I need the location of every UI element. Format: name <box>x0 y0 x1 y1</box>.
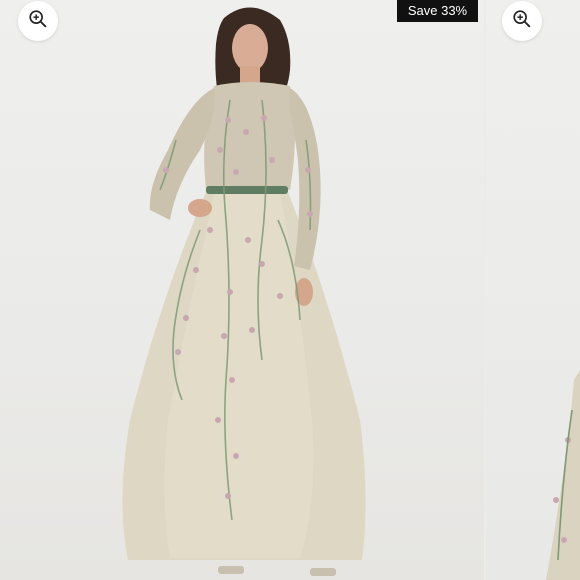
zoom-button-next[interactable] <box>502 1 542 41</box>
zoom-in-icon <box>27 8 49 35</box>
gown-detail-photo <box>546 370 580 580</box>
product-image-next[interactable] <box>486 0 580 580</box>
zoom-in-icon <box>511 8 533 35</box>
model-photo <box>122 7 366 576</box>
zoom-button[interactable] <box>18 1 58 41</box>
discount-badge: Save 33% <box>397 0 478 22</box>
product-image-main[interactable]: Save 33% <box>0 0 484 580</box>
